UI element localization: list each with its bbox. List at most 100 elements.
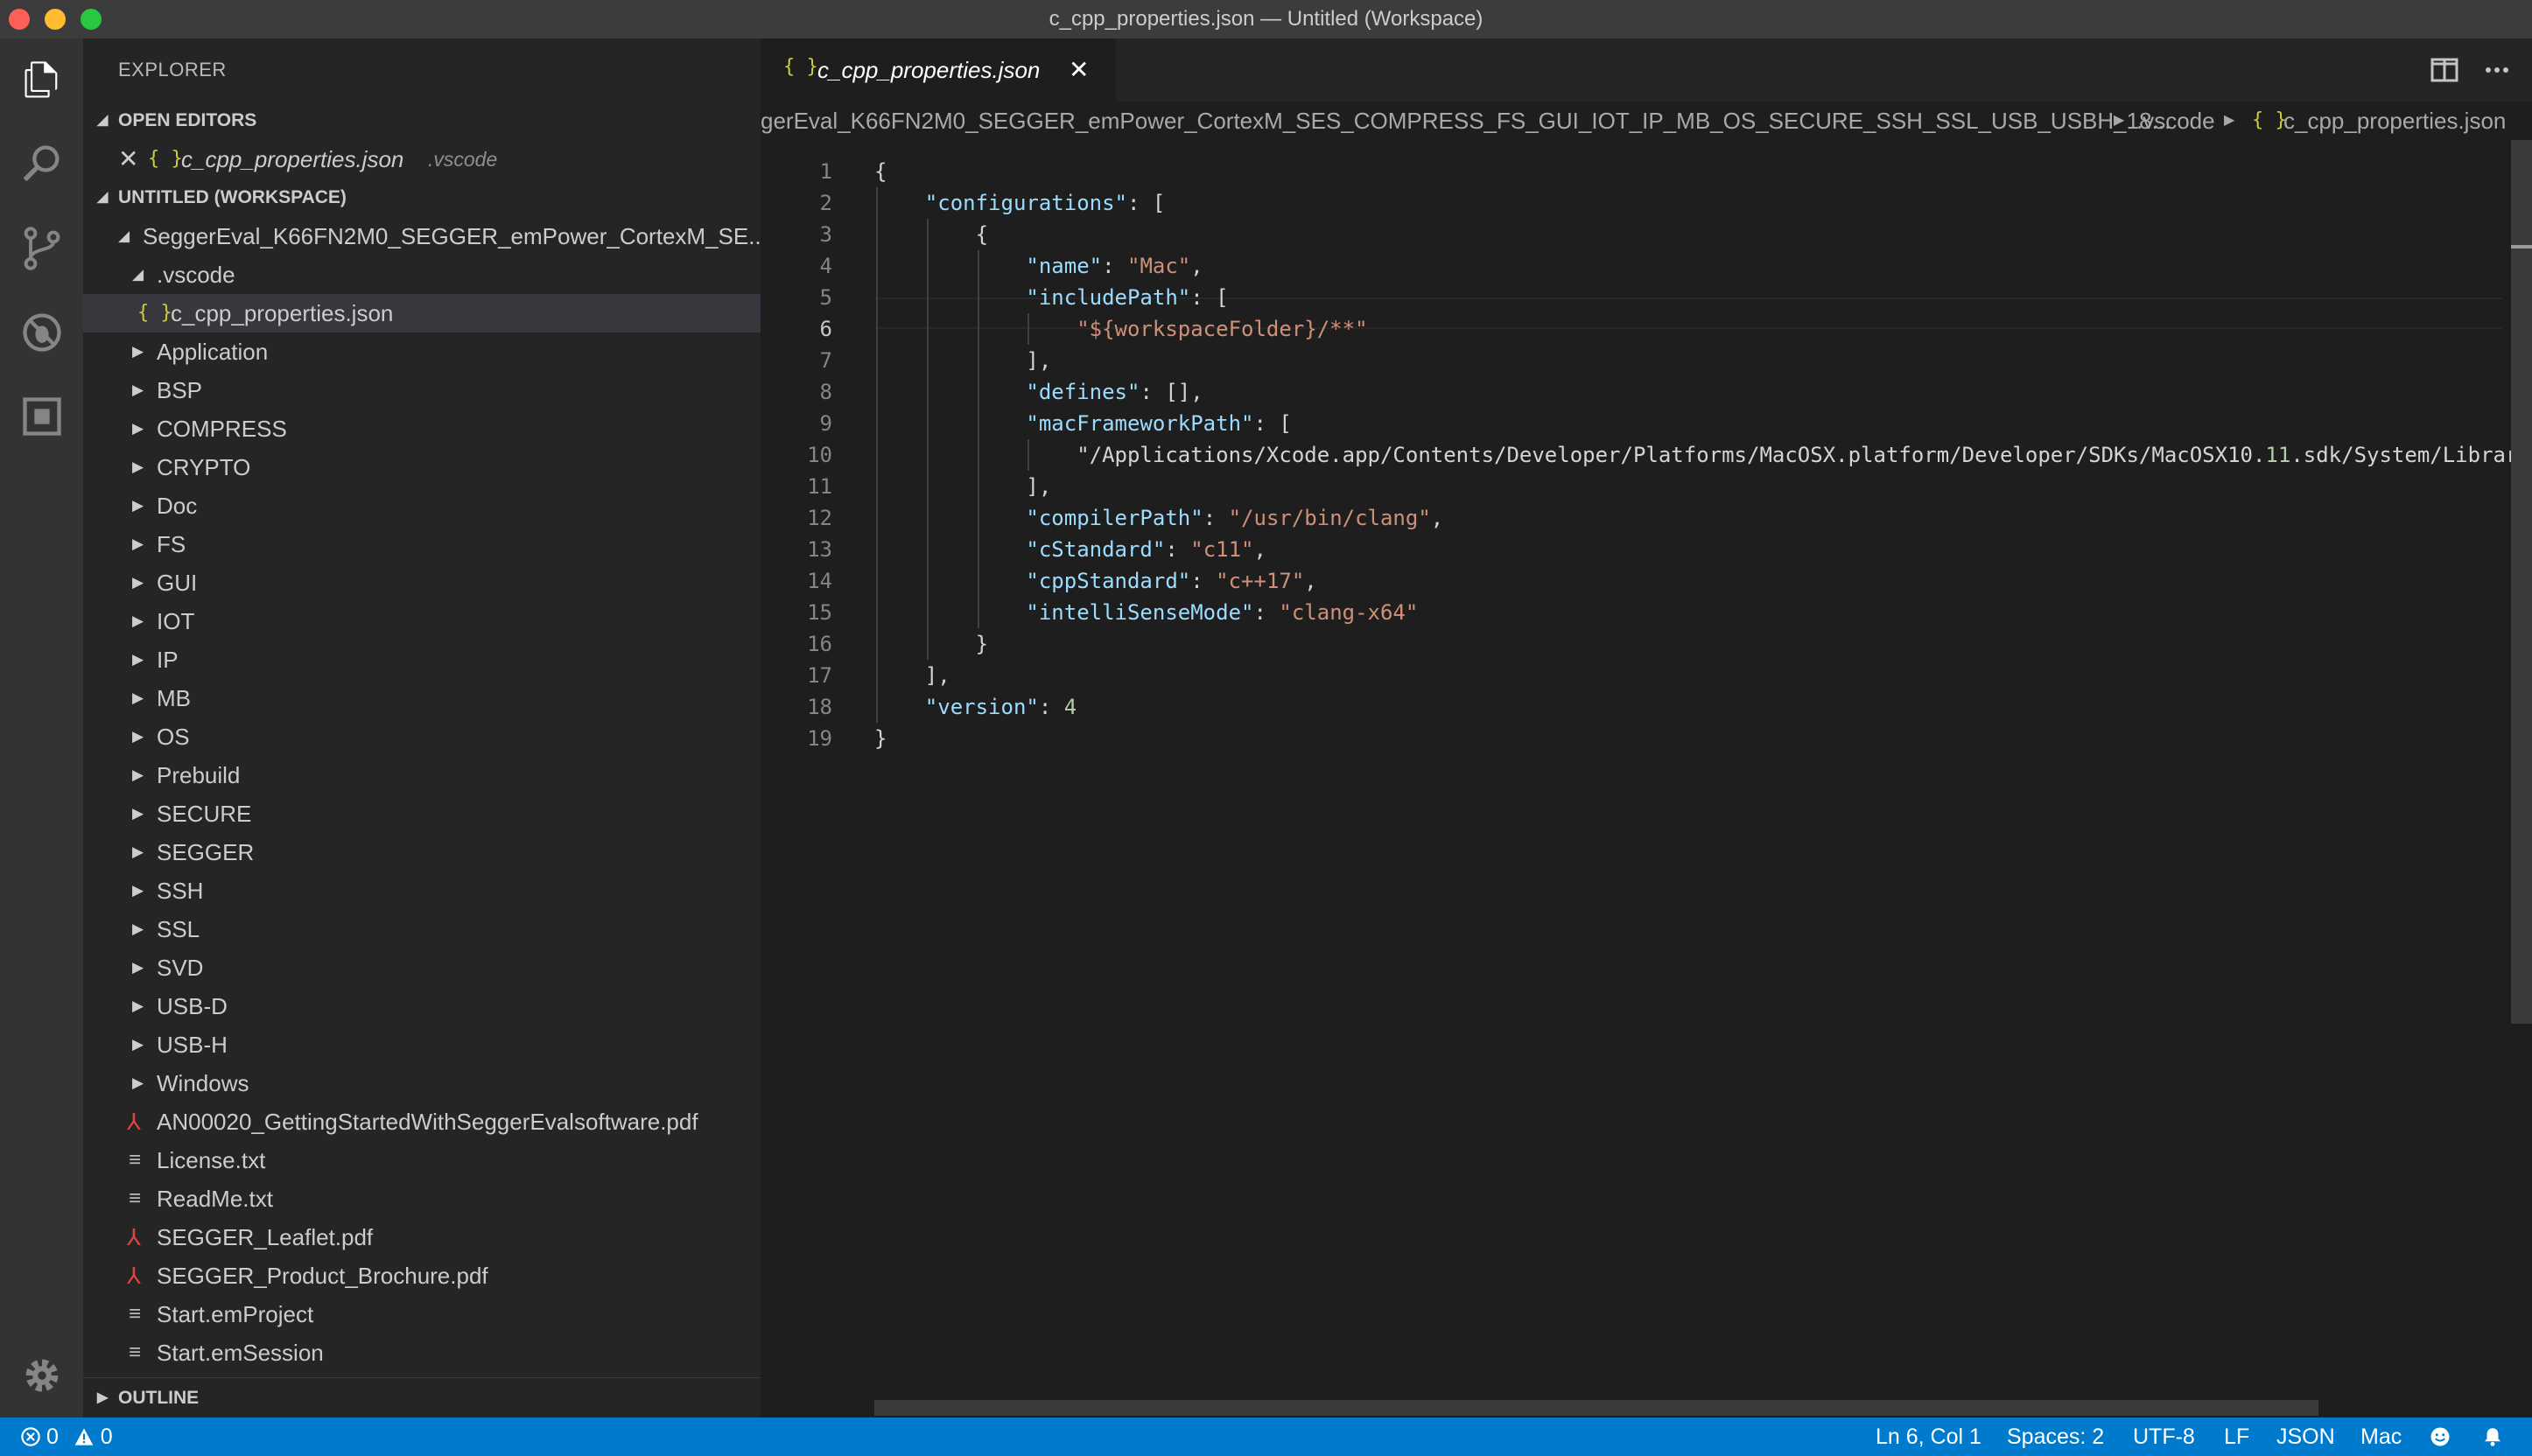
code-line[interactable]: "defines": [], — [874, 376, 1203, 408]
chevron-right-icon: ▶ — [132, 805, 144, 822]
tree-folder-os[interactable]: ▶ OS — [83, 718, 761, 756]
code-line[interactable]: "intelliSenseMode": "clang-x64" — [874, 597, 1418, 628]
close-icon[interactable]: ✕ — [118, 140, 138, 178]
line-number: 12 — [807, 506, 832, 530]
feedback-smiley-icon[interactable] — [2430, 1426, 2451, 1447]
notifications-bell-icon[interactable] — [2482, 1426, 2503, 1447]
cpp-configuration[interactable]: Mac — [2360, 1418, 2402, 1456]
cursor-position[interactable]: Ln 6, Col 1 — [1876, 1418, 1981, 1456]
code-line[interactable]: "compilerPath": "/usr/bin/clang", — [874, 502, 1443, 534]
tree-file[interactable]: ≡ Start.emSession — [83, 1334, 761, 1372]
tree-file[interactable]: ⅄ SEGGER_Leaflet.pdf — [83, 1218, 761, 1256]
workspace-header[interactable]: ◢ UNTITLED (WORKSPACE) — [83, 178, 761, 217]
code-line[interactable]: ], — [874, 345, 1051, 376]
tree-folder-usb-d[interactable]: ▶ USB-D — [83, 987, 761, 1026]
breadcrumb-file[interactable]: c_cpp_properties.json — [2283, 102, 2506, 140]
folder-label: USB-D — [157, 993, 228, 1019]
tree-folder-crypto[interactable]: ▶ CRYPTO — [83, 448, 761, 486]
tree-folder-secure[interactable]: ▶ SECURE — [83, 794, 761, 833]
tree-folder-fs[interactable]: ▶ FS — [83, 525, 761, 564]
tree-folder-ssh[interactable]: ▶ SSH — [83, 872, 761, 910]
manage-activity-button[interactable] — [0, 1334, 83, 1418]
debug-icon — [22, 313, 61, 352]
tree-folder-prebuild[interactable]: ▶ Prebuild — [83, 756, 761, 794]
json-file-icon: { } — [148, 148, 183, 170]
tree-folder-svd[interactable]: ▶ SVD — [83, 948, 761, 987]
vertical-scrollbar[interactable] — [2511, 140, 2532, 1024]
chevron-right-icon: ▶ — [132, 844, 144, 860]
code-line[interactable]: ], — [874, 471, 1051, 502]
code-line[interactable]: "/Applications/Xcode.app/Contents/Develo… — [874, 439, 2531, 471]
tree-file[interactable]: ≡ Start.emProject — [83, 1295, 761, 1334]
code-line[interactable]: "configurations": [ — [874, 187, 1166, 219]
tree-file[interactable]: ⅄ AN00020_GettingStartedWithSeggerEvalsof… — [83, 1102, 761, 1141]
chevron-right-icon: ▶ — [132, 728, 144, 745]
tree-folder-windows[interactable]: ▶ Windows — [83, 1064, 761, 1102]
split-editor-icon[interactable] — [2430, 56, 2458, 84]
encoding-setting[interactable]: UTF-8 — [2133, 1418, 2195, 1456]
open-editor-item[interactable]: ✕ { } c_cpp_properties.json .vscode — [83, 140, 761, 178]
folder-label: Doc — [157, 493, 198, 519]
tree-folder-bsp[interactable]: ▶ BSP — [83, 371, 761, 410]
tree-folder-segger[interactable]: ▶ SEGGER — [83, 833, 761, 872]
folder-label: IP — [157, 647, 179, 673]
line-number: 19 — [807, 726, 832, 751]
tree-folder-usb-h[interactable]: ▶ USB-H — [83, 1026, 761, 1064]
code-line[interactable]: } — [874, 628, 988, 660]
tree-file-c-cpp-properties[interactable]: { } c_cpp_properties.json — [83, 294, 761, 332]
search-activity-button[interactable] — [0, 122, 83, 206]
outline-header[interactable]: ▶ OUTLINE — [83, 1377, 761, 1418]
close-icon[interactable]: ✕ — [1069, 38, 1089, 102]
file-label: SEGGER_Product_Brochure.pdf — [157, 1263, 488, 1289]
tree-file[interactable]: ≡ License.txt — [83, 1141, 761, 1180]
code-line[interactable]: "macFrameworkPath": [ — [874, 408, 1291, 439]
file-label: Start.emSession — [157, 1340, 324, 1366]
code-line[interactable]: ], — [874, 660, 950, 691]
tree-folder-ssl[interactable]: ▶ SSL — [83, 910, 761, 948]
explorer-activity-button[interactable] — [0, 38, 83, 122]
code-editor[interactable]: 1 2 3 4 5 6 7 8 9 10 11 12 13 14 15 16 17 18 19 { "configu… — [761, 140, 2532, 1418]
folder-label: COMPRESS — [157, 416, 287, 442]
folder-label: SSH — [157, 878, 204, 904]
more-actions-icon[interactable] — [2483, 56, 2511, 84]
tree-file[interactable]: ⅄ SEGGER_Product_Brochure.pdf — [83, 1256, 761, 1295]
file-label: Start.emProject — [157, 1301, 314, 1327]
tree-folder-gui[interactable]: ▶ GUI — [83, 564, 761, 602]
tree-folder-vscode[interactable]: ◢ .vscode — [83, 256, 761, 294]
tree-folder-application[interactable]: ▶ Application — [83, 332, 761, 371]
chevron-right-icon: ▶ — [2114, 113, 2125, 128]
open-editors-header[interactable]: ◢ OPEN EDITORS — [83, 102, 761, 140]
open-editor-name: c_cpp_properties.json — [181, 146, 404, 172]
tree-folder-iot[interactable]: ▶ IOT — [83, 602, 761, 640]
tree-folder-mb[interactable]: ▶ MB — [83, 679, 761, 718]
code-line[interactable]: "${workspaceFolder}/**" — [874, 313, 1367, 345]
tab-c-cpp-properties[interactable]: { } c_cpp_properties.json ✕ — [761, 38, 1116, 102]
breadcrumb-folder[interactable]: .vscode — [2136, 102, 2215, 140]
source-control-activity-button[interactable] — [0, 206, 83, 290]
code-line[interactable]: "cppStandard": "c++17", — [874, 565, 1316, 597]
workspace-root-folder[interactable]: ◢ SeggerEval_K66FN2M0_SEGGER_emPower_Cor… — [83, 217, 761, 256]
eol-setting[interactable]: LF — [2224, 1418, 2249, 1456]
code-line[interactable]: { — [874, 156, 887, 187]
code-line[interactable]: "version": 4 — [874, 691, 1077, 723]
language-mode[interactable]: JSON — [2276, 1418, 2335, 1456]
extensions-activity-button[interactable] — [0, 374, 83, 458]
text-file-icon: ≡ — [129, 1340, 142, 1364]
code-line[interactable]: { — [874, 219, 988, 250]
debug-activity-button[interactable] — [0, 290, 83, 374]
sidebar-title: EXPLORER — [118, 59, 227, 80]
tree-folder-doc[interactable]: ▶ Doc — [83, 486, 761, 525]
indentation-setting[interactable]: Spaces: 2 — [2007, 1418, 2104, 1456]
tree-file[interactable]: ≡ ReadMe.txt — [83, 1180, 761, 1218]
breadcrumb-root[interactable]: gerEval_K66FN2M0_SEGGER_emPower_CortexM_… — [761, 102, 2171, 140]
code-line[interactable]: "includePath": [ — [874, 282, 1228, 313]
problems-indicator[interactable]: 0 0 — [21, 1418, 113, 1456]
tree-folder-compress[interactable]: ▶ COMPRESS — [83, 410, 761, 448]
code-line[interactable]: } — [874, 723, 887, 754]
horizontal-scrollbar[interactable] — [874, 1400, 2318, 1416]
tree-folder-ip[interactable]: ▶ IP — [83, 640, 761, 679]
code-line[interactable]: "name": "Mac", — [874, 250, 1203, 282]
code-line[interactable]: "cStandard": "c11", — [874, 534, 1266, 565]
search-icon — [23, 145, 59, 182]
json-file-icon: { } — [783, 56, 818, 78]
